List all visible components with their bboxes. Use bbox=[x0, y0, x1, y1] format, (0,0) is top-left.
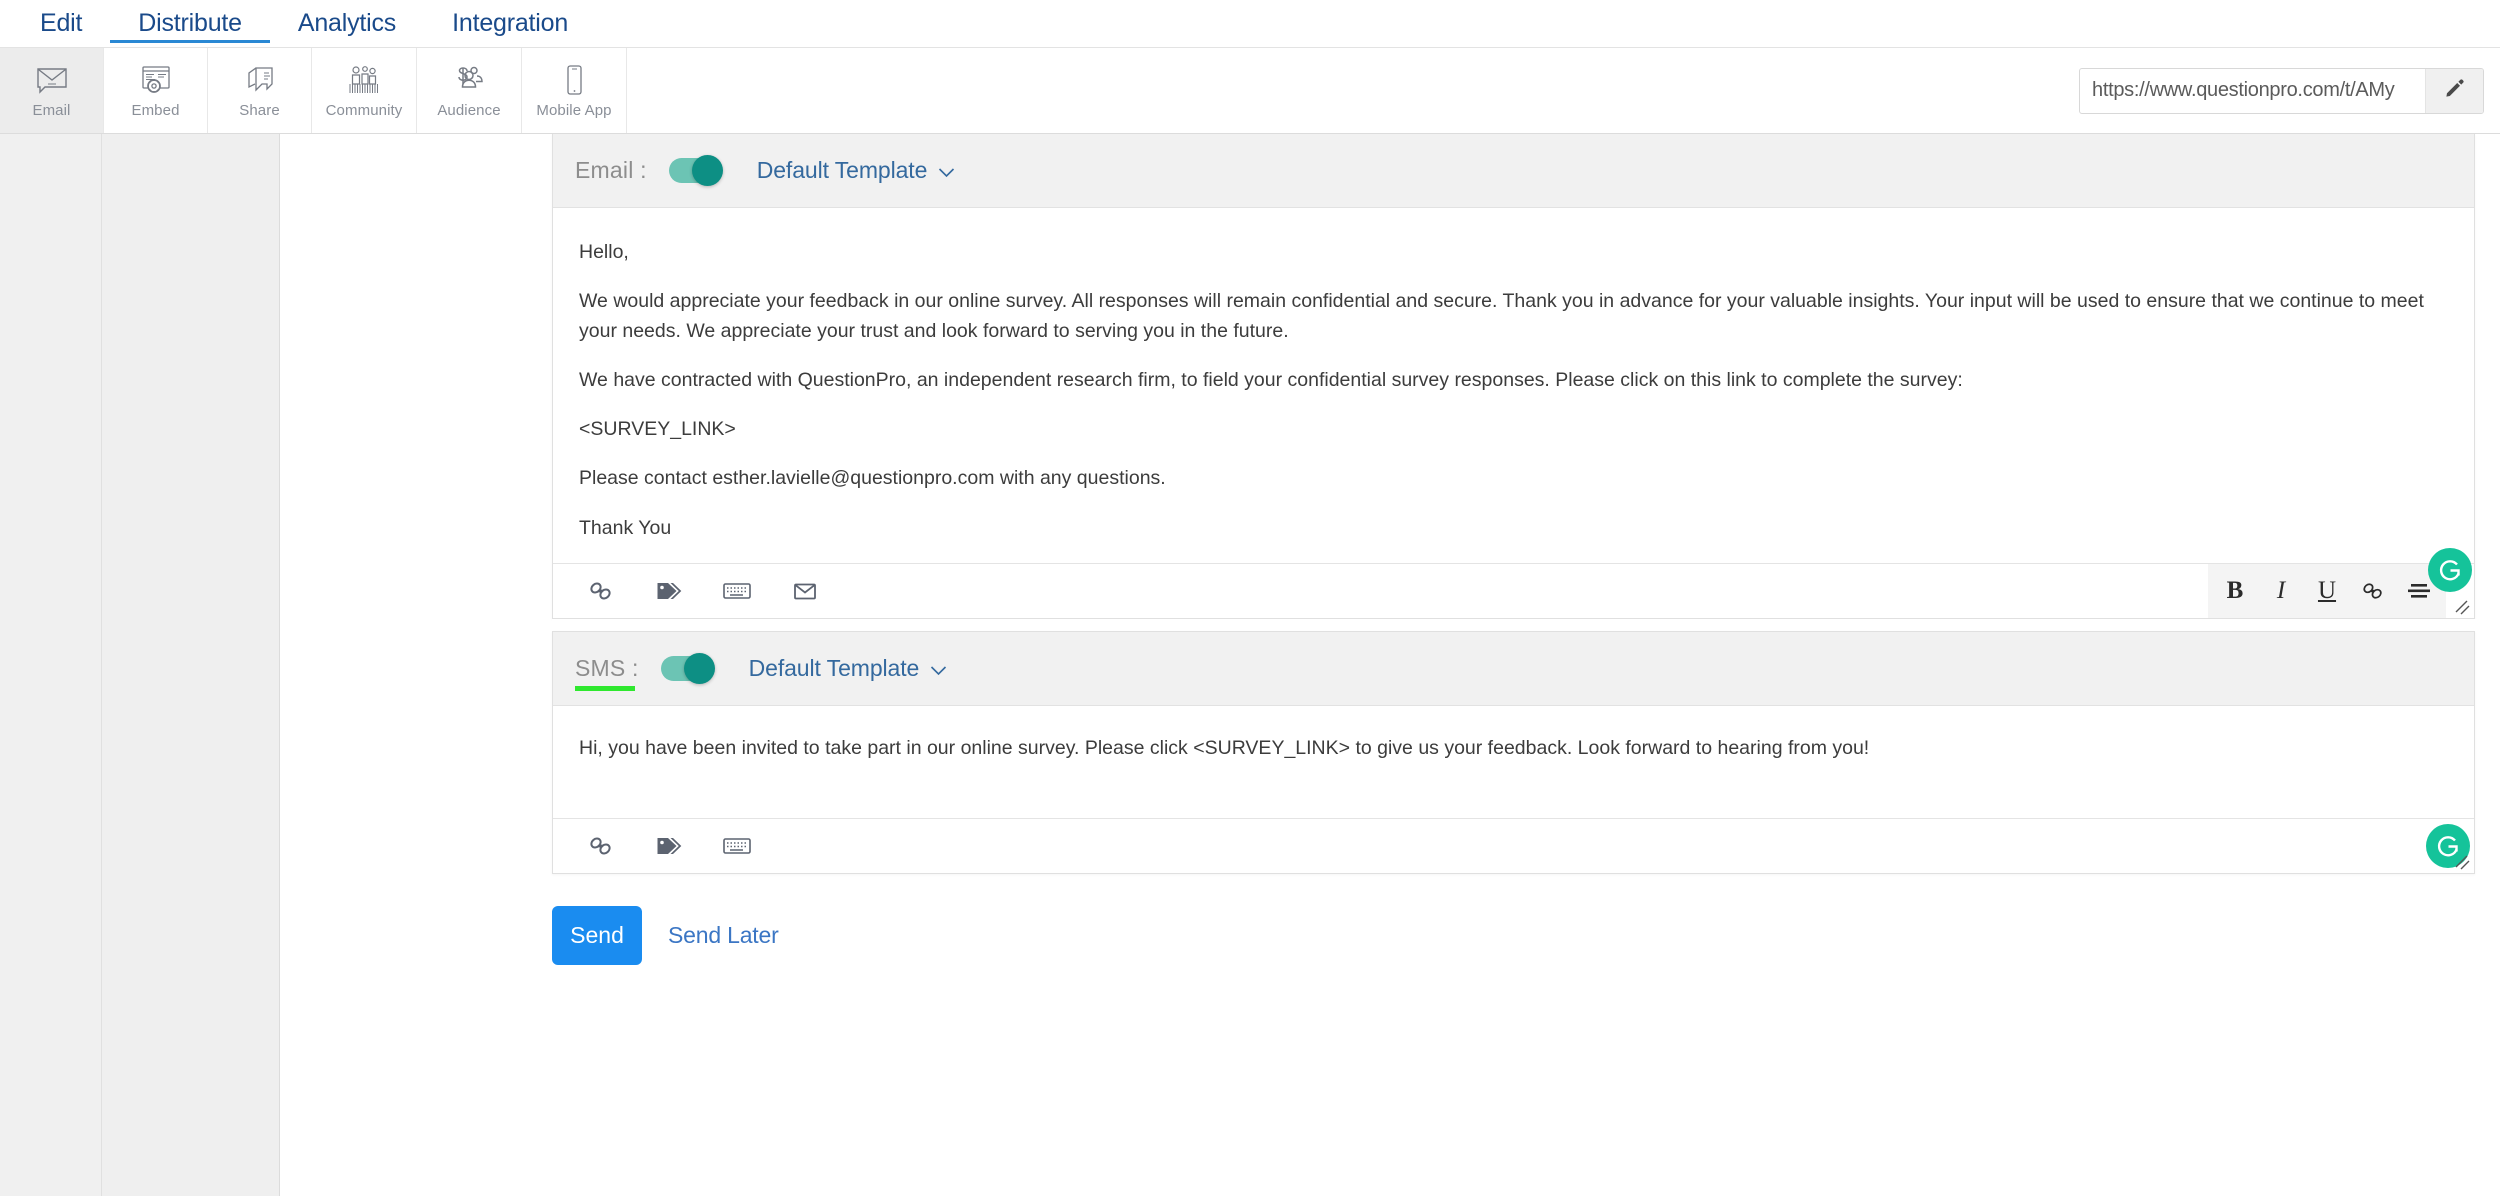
email-section-header: Email : Default Template bbox=[553, 134, 2474, 208]
edit-url-button[interactable] bbox=[2425, 68, 2483, 113]
pencil-icon bbox=[2444, 77, 2466, 104]
tag-icon[interactable] bbox=[649, 571, 689, 611]
survey-url-box[interactable]: https://www.questionpro.com/t/AMy bbox=[2079, 67, 2484, 114]
channel-tab-email[interactable]: Email bbox=[0, 48, 104, 133]
nav-tab-distribute[interactable]: Distribute bbox=[110, 5, 270, 43]
content-left-gutter bbox=[280, 134, 552, 1196]
survey-url-value: https://www.questionpro.com/t/AMy bbox=[2092, 79, 2395, 101]
keyboard-icon[interactable] bbox=[717, 826, 757, 866]
envelope-icon[interactable] bbox=[785, 571, 825, 611]
composer-actions: Send Send Later bbox=[552, 874, 2500, 965]
email-body-line: We have contracted with QuestionPro, an … bbox=[579, 368, 1963, 391]
email-body-line: Please contact esther.lavielle@questionp… bbox=[579, 467, 1166, 490]
email-body-line: Thank You bbox=[579, 516, 672, 539]
channel-label-embed: Embed bbox=[131, 101, 180, 119]
send-button[interactable]: Send bbox=[552, 905, 642, 965]
page-body: Email : Default Template Hello, We would… bbox=[0, 134, 2500, 1196]
email-enable-toggle[interactable] bbox=[668, 155, 723, 186]
sms-body-editor[interactable]: Hi, you have been invited to take part i… bbox=[553, 705, 2474, 818]
nav-tab-integration[interactable]: Integration bbox=[424, 5, 596, 42]
sms-section-header: SMS : Default Template bbox=[553, 631, 2474, 706]
email-editor-toolbar: B I U bbox=[553, 547, 2474, 618]
bold-button[interactable]: B bbox=[2212, 564, 2258, 618]
mobile-phone-icon bbox=[563, 63, 585, 97]
community-people-icon bbox=[347, 63, 381, 97]
card-divider bbox=[552, 618, 2500, 631]
tag-icon[interactable] bbox=[649, 826, 689, 866]
keyboard-icon[interactable] bbox=[717, 571, 757, 611]
channel-tab-audience[interactable]: Audience bbox=[417, 48, 522, 133]
email-editor-resize-handle[interactable] bbox=[2451, 596, 2471, 616]
main-navigation: Edit Distribute Analytics Integration bbox=[0, 0, 2500, 47]
channel-label-email: Email bbox=[32, 101, 71, 119]
channel-tab-embed[interactable]: Embed bbox=[104, 48, 208, 133]
left-rail bbox=[0, 134, 102, 1196]
chevron-down-icon bbox=[938, 157, 955, 184]
email-section-label: Email : bbox=[575, 157, 647, 183]
channel-label-audience: Audience bbox=[437, 101, 501, 119]
sms-composer-card: SMS : Default Template Hi, you have been… bbox=[552, 630, 2475, 874]
channel-label-mobile-app: Mobile App bbox=[536, 101, 612, 119]
insert-link-button[interactable] bbox=[2350, 564, 2396, 618]
italic-button[interactable]: I bbox=[2258, 564, 2304, 618]
sms-template-selector[interactable]: Default Template bbox=[749, 655, 948, 682]
nav-tab-analytics[interactable]: Analytics bbox=[270, 5, 424, 42]
channel-tab-mobile-app[interactable]: Mobile App bbox=[522, 48, 627, 133]
envelope-icon bbox=[35, 63, 69, 97]
grammarly-icon[interactable] bbox=[2428, 547, 2472, 592]
email-composer-card: Email : Default Template Hello, We would… bbox=[552, 134, 2475, 619]
left-side-panel bbox=[102, 134, 280, 1196]
link-icon[interactable] bbox=[581, 826, 621, 866]
distribution-channel-bar: Email Embed Share Community Audience Mob… bbox=[0, 47, 2500, 134]
underline-button[interactable]: U bbox=[2304, 564, 2350, 618]
email-body-line: We would appreciate your feedback in our… bbox=[579, 290, 2424, 342]
email-template-name: Default Template bbox=[756, 157, 928, 183]
chevron-down-icon bbox=[930, 655, 947, 682]
sms-editor-resize-handle[interactable] bbox=[2451, 851, 2471, 871]
sms-enable-toggle[interactable] bbox=[660, 652, 715, 684]
sms-template-name: Default Template bbox=[748, 654, 920, 681]
channel-label-share: Share bbox=[239, 101, 280, 119]
email-body-line: <SURVEY_LINK> bbox=[579, 418, 736, 440]
send-later-button[interactable]: Send Later bbox=[668, 922, 779, 949]
sms-editor-toolbar bbox=[553, 817, 2474, 873]
channel-tab-share[interactable]: Share bbox=[208, 48, 312, 133]
share-speech-bubble-icon bbox=[245, 63, 275, 97]
sms-body-line: Hi, you have been invited to take part i… bbox=[579, 736, 1870, 759]
channel-label-community: Community bbox=[325, 101, 403, 119]
email-format-toolbar: B I U bbox=[2208, 563, 2446, 618]
email-body-line: Hello, bbox=[579, 241, 629, 263]
audience-dollar-people-icon bbox=[452, 63, 486, 97]
embed-window-gear-icon bbox=[140, 63, 172, 97]
channel-tab-community[interactable]: Community bbox=[312, 48, 417, 133]
nav-tab-edit[interactable]: Edit bbox=[12, 5, 110, 42]
email-template-selector[interactable]: Default Template bbox=[757, 157, 956, 184]
link-icon[interactable] bbox=[581, 571, 621, 611]
email-body-editor[interactable]: Hello, We would appreciate your feedback… bbox=[553, 208, 2474, 563]
main-content: Email : Default Template Hello, We would… bbox=[552, 134, 2500, 1196]
sms-section-label: SMS : bbox=[575, 654, 639, 691]
